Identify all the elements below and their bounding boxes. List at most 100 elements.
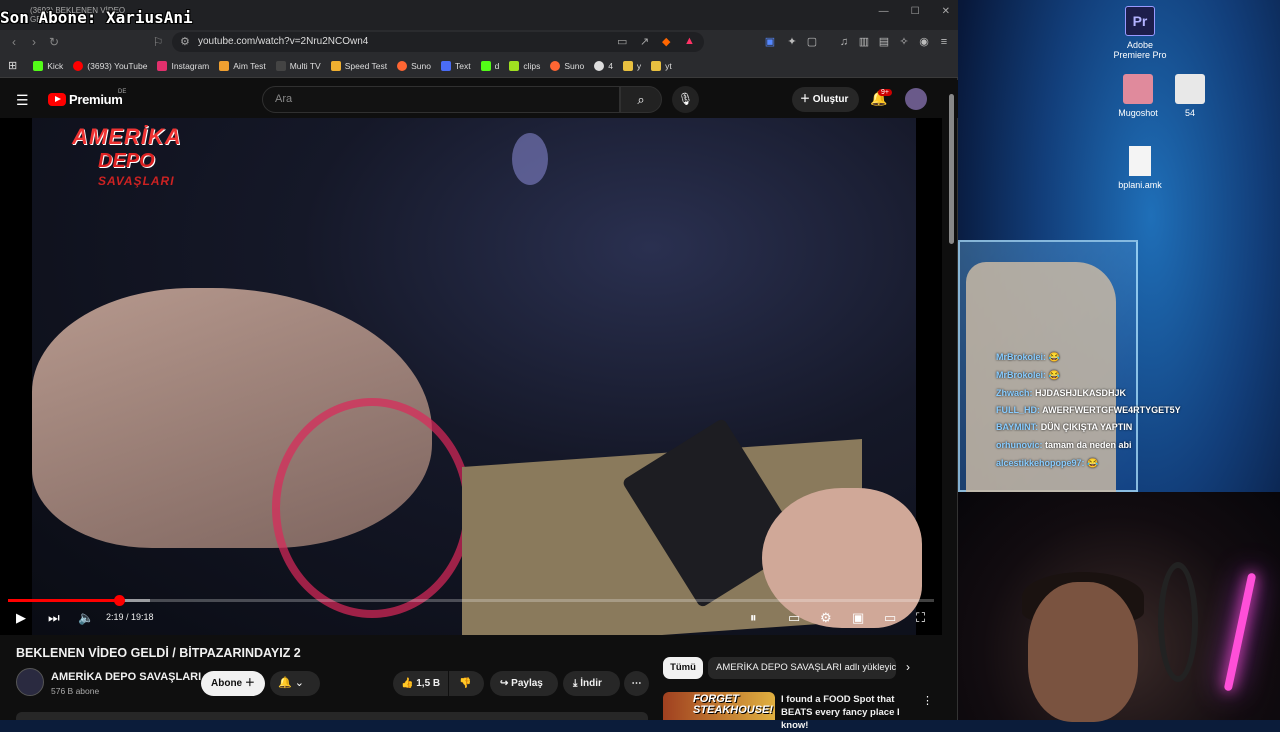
thumbs-up-icon: 👍 (401, 678, 414, 689)
chevron-right-icon[interactable]: › (906, 660, 910, 674)
image-file-icon (1175, 74, 1205, 104)
video-player[interactable]: AMERİKA DEPO SAVAŞLARI ▶ ⏭ 🔈 2:19 / 19:1… (0, 118, 942, 635)
sidebar-icon[interactable]: ▥ (858, 36, 870, 48)
scrollbar[interactable] (946, 80, 956, 720)
back-icon[interactable]: ‹ (6, 34, 22, 50)
microphone-icon[interactable]: 🎙 (672, 86, 699, 113)
site-info-icon[interactable]: ⚙ (180, 35, 190, 48)
bookmark-speed-test[interactable]: Speed Test (330, 60, 387, 71)
bell-icon: 🔔 (278, 677, 292, 689)
create-button[interactable]: ＋ Oluştur (792, 87, 859, 112)
channel-avatar[interactable] (16, 668, 44, 696)
dislike-button[interactable]: 👎 (449, 671, 484, 696)
webcam-feed (958, 492, 1280, 722)
volume-icon[interactable]: 🔈 (78, 608, 94, 628)
bookmark-clips[interactable]: clips (509, 60, 540, 71)
apps-icon[interactable]: ⊞ (8, 59, 17, 72)
region-code: DE (118, 89, 127, 95)
desktop-icon-premiere[interactable]: Pr Adobe Premiere Pro (1110, 6, 1170, 60)
puzzle-icon[interactable]: ✦ (786, 36, 798, 48)
url-text[interactable]: youtube.com/watch?v=2Nru2NCOwn4 (198, 36, 368, 47)
screenshot-icon[interactable]: ▢ (806, 36, 818, 48)
channel-watermark: AMERİKA DEPO SAVAŞLARI (72, 124, 182, 188)
bookmark-folder-y[interactable]: y (622, 60, 641, 71)
bookmark-aim-test[interactable]: Aim Test (219, 60, 266, 71)
bookmark-instagram[interactable]: Instagram (157, 60, 209, 71)
video-frame[interactable]: AMERİKA DEPO SAVAŞLARI (32, 118, 922, 635)
download-icon: ⤓ (573, 678, 578, 689)
close-icon[interactable]: ✕ (942, 6, 950, 17)
premiere-pro-icon: Pr (1125, 6, 1155, 36)
channel-name[interactable]: AMERİKA DEPO SAVAŞLARI (51, 671, 201, 683)
maximize-icon[interactable]: ☐ (911, 6, 920, 17)
menu-icon[interactable]: ≡ (938, 36, 950, 48)
stream-chat-overlay: MrBrokolei: 😂 MrBrokolei: 😂 Zhwach: HJDA… (958, 240, 1181, 492)
extension-icon[interactable]: ▣ (764, 36, 776, 48)
chat-message: BAYMINT: DÜN ÇIKIŞTA YAPTIN (996, 422, 1133, 432)
miniplayer-icon[interactable]: ▣ (852, 608, 864, 628)
suno-icon (550, 60, 561, 71)
play-icon[interactable]: ▶ (16, 608, 26, 628)
recommendation-thumbnail[interactable]: FORGET STEAKHOUSE! (663, 692, 775, 720)
theater-mode-icon[interactable]: ▭ (884, 608, 896, 628)
chat-message: MrBrokolei: 😂 (996, 352, 1060, 362)
autoplay-toggle[interactable]: ⏸ (750, 608, 757, 628)
subscribe-button[interactable]: Abone ＋ (201, 671, 265, 696)
settings-gear-icon[interactable]: ⚙ (820, 608, 832, 628)
time-display: 2:19 / 19:18 (106, 612, 154, 622)
reload-icon[interactable]: ↻ (46, 34, 62, 50)
more-actions-button[interactable]: ⋯ (624, 671, 649, 696)
music-icon[interactable]: ♫ (838, 36, 850, 48)
chip-all[interactable]: Tümü (663, 657, 703, 679)
fullscreen-icon[interactable]: ⛶ (916, 608, 925, 628)
multi-tv-icon (275, 60, 286, 71)
brave-rewards-icon[interactable]: ▲ (684, 35, 695, 47)
leo-icon[interactable]: ✧ (898, 36, 910, 48)
search-input[interactable]: Ara (262, 86, 620, 113)
youtube-premium-label[interactable]: Premium (69, 92, 123, 107)
chat-message: orhunovic: tamam da neden abi (996, 440, 1132, 450)
bookmark-suno-2[interactable]: Suno (550, 60, 584, 71)
youtube-header: ☰ Premium DE Ara ⌕ 🎙 ＋ Oluştur 🔔 9+ (0, 80, 958, 118)
bookmark-4[interactable]: 4 (594, 60, 613, 71)
browser-toolbar: ‹ › ↻ ⚐ ⚙ youtube.com/watch?v=2Nru2NCOwn… (0, 30, 958, 54)
desktop-icon-mugoshot[interactable]: Mugoshot (1108, 74, 1168, 118)
like-button[interactable]: 👍 1,5 B (393, 671, 448, 696)
address-bar[interactable]: ⚙ youtube.com/watch?v=2Nru2NCOwn4 ▭ ↗ ◆ … (172, 32, 704, 52)
hamburger-menu-icon[interactable]: ☰ (16, 92, 29, 109)
scroll-thumb[interactable] (949, 94, 954, 244)
youtube-logo-icon[interactable] (48, 93, 66, 106)
desktop-icon-54[interactable]: 54 (1160, 74, 1220, 118)
bookmark-d[interactable]: d (480, 60, 499, 71)
bookmark-suno[interactable]: Suno (397, 60, 431, 71)
description-box[interactable] (16, 712, 648, 720)
more-vertical-icon[interactable]: ⋮ (922, 694, 933, 707)
share-icon[interactable]: ↗ (640, 35, 649, 48)
wallet-icon[interactable]: ▤ (878, 36, 890, 48)
vpn-icon[interactable]: ◉ (918, 36, 930, 48)
bookmark-youtube[interactable]: (3693) YouTube (73, 60, 147, 71)
bookmark-icon[interactable]: ⚐ (150, 34, 166, 50)
window-controls: — ☐ ✕ (879, 6, 950, 17)
hand (762, 488, 922, 628)
bookmark-kick[interactable]: Kick (33, 60, 63, 71)
bookmark-text[interactable]: Text (440, 60, 471, 71)
globe-icon (594, 60, 605, 71)
search-icon[interactable]: ⌕ (620, 86, 662, 113)
minimize-icon[interactable]: — (879, 6, 889, 17)
brave-shield-icon[interactable]: ◆ (662, 35, 670, 48)
download-button[interactable]: ⤓ İndir (563, 671, 620, 696)
bookmark-folder-yt[interactable]: yt (651, 60, 672, 71)
progress-bar[interactable] (8, 595, 934, 606)
bookmark-multi-tv[interactable]: Multi TV (275, 60, 321, 71)
desktop-icon-bplani[interactable]: bplani.amk (1110, 146, 1170, 190)
subtitles-icon[interactable]: ▭ (788, 608, 800, 628)
next-icon[interactable]: ⏭ (48, 608, 60, 628)
recommendation-title[interactable]: I found a FOOD Spot that BEATS every fan… (781, 693, 921, 732)
notification-preferences-button[interactable]: 🔔 ⌄ (270, 671, 320, 696)
cast-icon[interactable]: ▭ (617, 35, 627, 48)
chip-uploader[interactable]: AMERİKA DEPO SAVAŞLARI adlı yükleyici (708, 657, 896, 679)
share-button[interactable]: ↪ Paylaş (490, 671, 558, 696)
forward-icon[interactable]: › (26, 34, 42, 50)
user-avatar[interactable] (905, 88, 927, 110)
